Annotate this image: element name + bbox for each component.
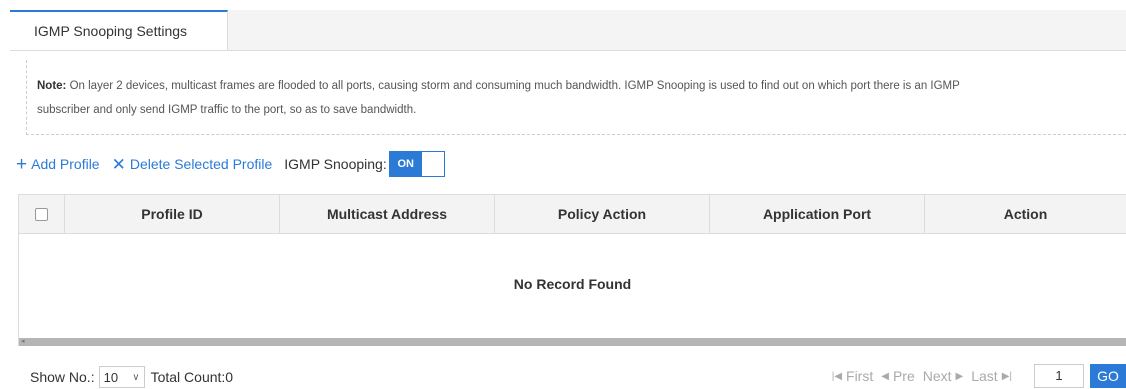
- igmp-snooping-label: IGMP Snooping:: [284, 156, 387, 172]
- profile-table: Profile ID Multicast Address Policy Acti…: [18, 194, 1126, 346]
- prev-label: Pre: [892, 368, 915, 384]
- pagination-footer: Show No.: 10 ∨ Total Count:0 |◀ First ◀ …: [18, 362, 1126, 389]
- plus-icon: +: [16, 153, 28, 175]
- last-label: Last: [971, 368, 998, 384]
- next-label: Next: [922, 368, 952, 384]
- add-profile-button[interactable]: + Add Profile: [16, 155, 100, 174]
- igmp-snooping-toggle[interactable]: ON: [388, 151, 445, 177]
- note-line-1: Note: On layer 2 devices, multicast fram…: [37, 74, 1126, 98]
- column-header-action[interactable]: Action: [925, 195, 1126, 233]
- note-text-1: On layer 2 devices, multicast frames are…: [66, 80, 960, 92]
- prev-page-button[interactable]: ◀ Pre: [881, 368, 915, 384]
- chevron-down-icon: ∨: [132, 371, 140, 383]
- go-button[interactable]: GO: [1090, 364, 1126, 388]
- x-icon: ✕: [111, 154, 126, 174]
- toggle-knob: [421, 152, 444, 176]
- note-line-2: subscriber and only send IGMP traffic to…: [37, 104, 417, 116]
- note-prefix: Note:: [37, 80, 67, 92]
- page-size-select[interactable]: 10 ∨: [98, 366, 145, 388]
- pager: |◀ First ◀ Pre Next ▶ Last ▶| 1 GO: [832, 364, 1126, 388]
- page-number-input[interactable]: 1: [1034, 364, 1084, 388]
- column-header-application-port[interactable]: Application Port: [710, 195, 925, 233]
- first-page-button[interactable]: |◀ First: [832, 368, 874, 384]
- tab-bar: IGMP Snooping Settings: [10, 10, 1126, 51]
- last-page-icon: ▶|: [1001, 370, 1012, 382]
- select-all-cell: [19, 195, 65, 233]
- prev-page-icon: ◀: [881, 370, 889, 382]
- column-header-multicast-address[interactable]: Multicast Address: [280, 195, 495, 233]
- delete-profile-label: Delete Selected Profile: [129, 156, 273, 172]
- tab-igmp-snooping-settings[interactable]: IGMP Snooping Settings: [10, 10, 228, 50]
- empty-state: No Record Found: [513, 276, 632, 292]
- column-header-profile-id[interactable]: Profile ID: [65, 195, 280, 233]
- total-count: Total Count:0: [150, 369, 234, 385]
- scroll-left-icon[interactable]: ◂: [21, 337, 25, 345]
- horizontal-scrollbar[interactable]: ◂: [19, 338, 1126, 346]
- add-profile-label: Add Profile: [31, 156, 100, 172]
- first-label: First: [846, 368, 874, 384]
- first-page-icon: |◀: [831, 370, 843, 382]
- last-page-button[interactable]: Last ▶|: [971, 368, 1012, 384]
- select-all-checkbox[interactable]: [35, 207, 48, 221]
- page-size-group: Show No.: 10 ∨ Total Count:0: [30, 366, 233, 388]
- toolbar: + Add Profile ✕ Delete Selected Profile …: [16, 150, 445, 178]
- delete-selected-profile-button[interactable]: ✕ Delete Selected Profile: [112, 156, 273, 173]
- next-page-icon: ▶: [955, 370, 964, 382]
- show-no-label: Show No.:: [30, 369, 95, 385]
- table-header: Profile ID Multicast Address Policy Acti…: [19, 194, 1126, 234]
- note-panel: Note: On layer 2 devices, multicast fram…: [26, 60, 1126, 135]
- page-size-value: 10: [103, 369, 119, 385]
- toggle-on-label: ON: [389, 152, 422, 176]
- column-header-policy-action[interactable]: Policy Action: [495, 195, 710, 233]
- next-page-button[interactable]: Next ▶: [923, 368, 964, 384]
